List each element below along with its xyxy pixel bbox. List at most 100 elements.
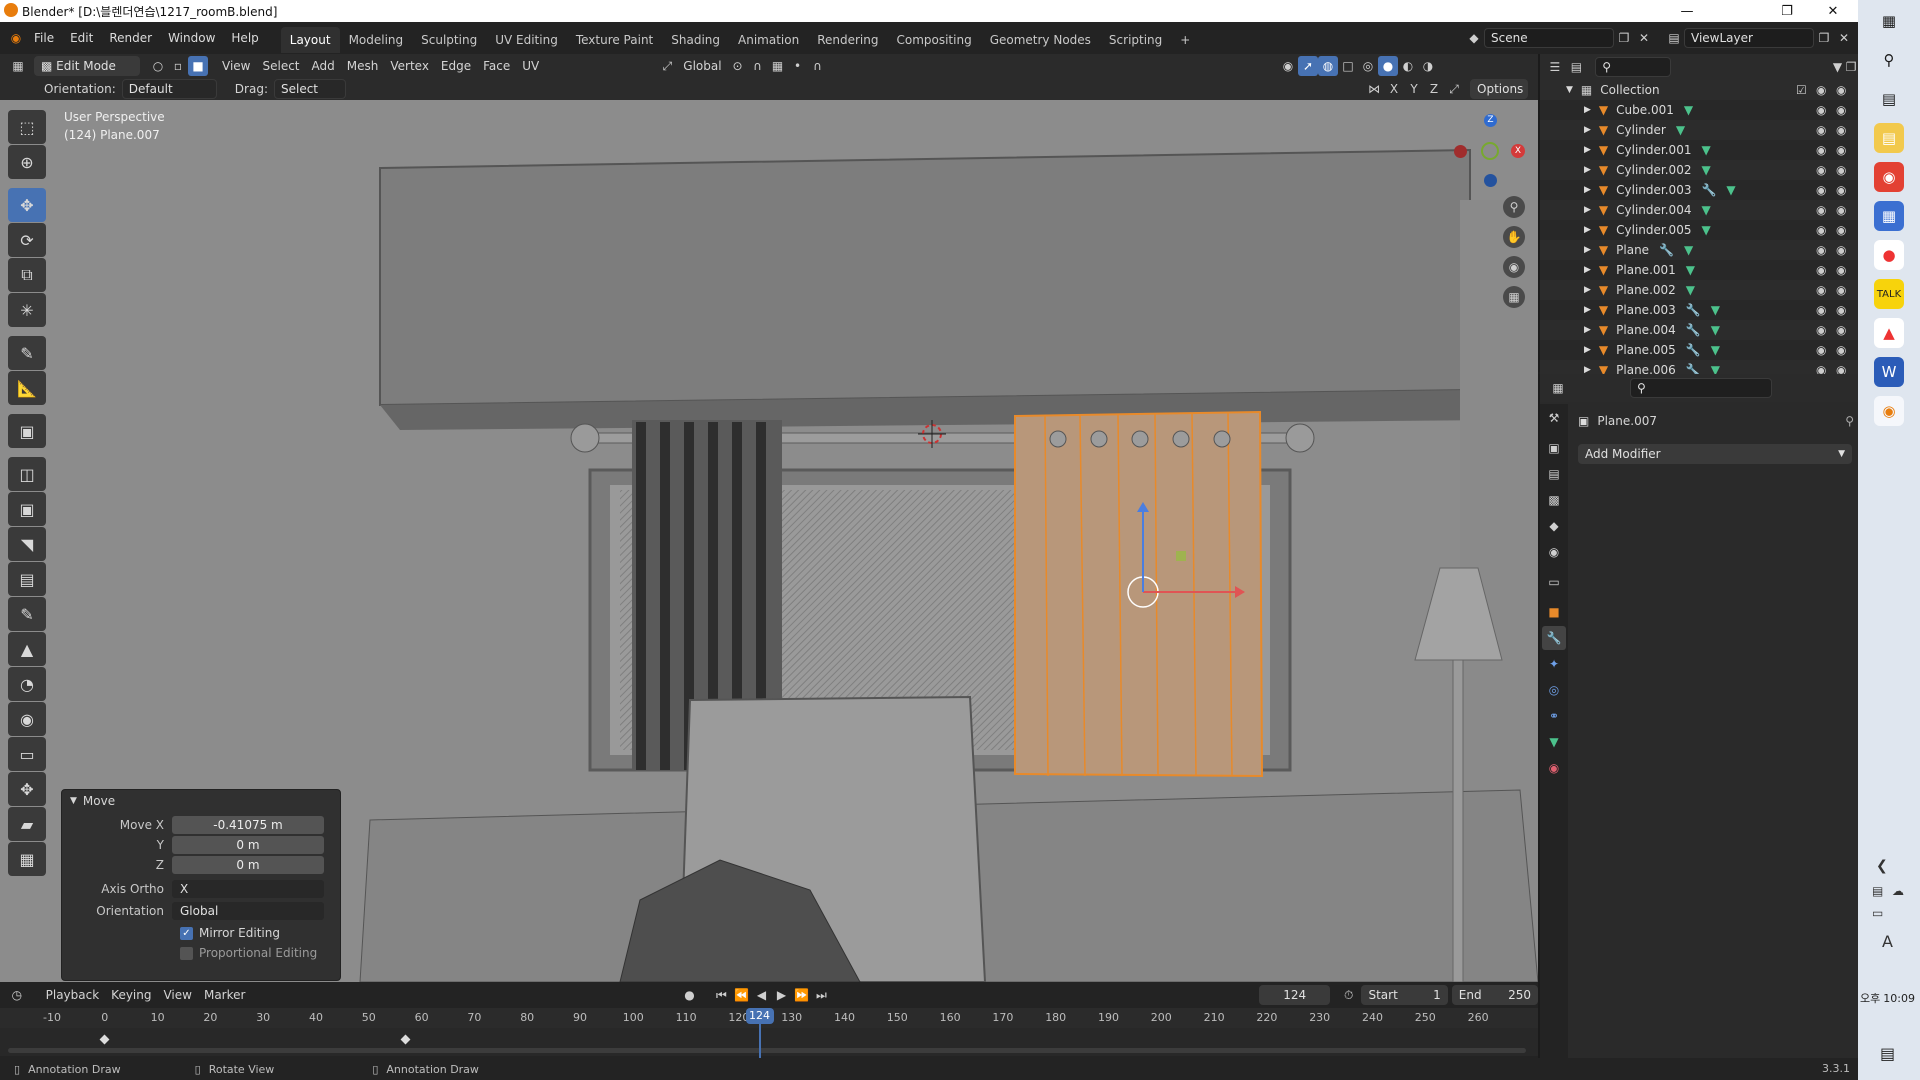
expand-chevron-icon[interactable]: ▶ xyxy=(1584,280,1591,300)
move-tool-icon[interactable]: ✥ xyxy=(8,188,46,222)
scene-icon[interactable]: ◆ xyxy=(1464,28,1484,48)
shrink-fatten-tool-icon[interactable]: ✥ xyxy=(8,772,46,806)
tab-shading[interactable]: Shading xyxy=(662,27,729,53)
orientation-selector[interactable]: Default xyxy=(121,79,217,99)
solid-shading-icon[interactable]: ● xyxy=(1378,56,1398,76)
expand-chevron-icon[interactable]: ▶ xyxy=(1584,240,1591,260)
clock[interactable]: 오후 10:09 xyxy=(1860,990,1915,1006)
stopwatch-icon[interactable]: ⏱ xyxy=(1340,985,1358,1005)
keyframe-marker[interactable] xyxy=(99,1034,110,1045)
word-icon[interactable]: W xyxy=(1874,357,1904,387)
delete-scene-icon[interactable]: ✕ xyxy=(1634,28,1654,48)
data-tab-icon[interactable]: ▼ xyxy=(1542,730,1566,754)
outliner-object-row[interactable]: ▶ ▼ Plane 🔧 ▼ ◉ ◉ xyxy=(1540,240,1858,260)
gizmo-y-axis[interactable] xyxy=(1481,142,1499,160)
visibility-eye-icon[interactable]: ◉ xyxy=(1816,220,1826,240)
collapse-chevron-icon[interactable]: ▼ xyxy=(70,796,77,806)
visibility-eye-icon[interactable]: ◉ xyxy=(1816,180,1826,200)
modifier-tab-icon[interactable]: 🔧 xyxy=(1542,626,1566,650)
chrome-icon[interactable]: ◉ xyxy=(1874,162,1904,192)
visibility-eye-icon[interactable]: ◉ xyxy=(1816,280,1826,300)
wireframe-shading-icon[interactable]: ◎ xyxy=(1358,56,1378,76)
visibility-icon[interactable]: ◉ xyxy=(1278,56,1298,76)
start-frame-field[interactable]: Start 1 xyxy=(1361,985,1448,1005)
edge-slide-tool-icon[interactable]: ▭ xyxy=(8,737,46,771)
render-tab-icon[interactable]: ▣ xyxy=(1542,436,1566,460)
mesh-data-icon[interactable]: ▼ xyxy=(1684,240,1693,260)
move-y-field[interactable]: 0 m xyxy=(172,836,324,854)
expand-chevron-icon[interactable]: ▶ xyxy=(1584,140,1591,160)
ime-indicator[interactable]: A xyxy=(1882,932,1893,951)
new-collection-icon[interactable]: ❐ xyxy=(1844,57,1858,77)
outliner-object-row[interactable]: ▶ ▼ Cube.001 ▼ ◉ ◉ xyxy=(1540,100,1858,120)
render-camera-icon[interactable]: ◉ xyxy=(1836,340,1846,360)
extrude-tool-icon[interactable]: ◫ xyxy=(8,457,46,491)
particles-tab-icon[interactable]: ✦ xyxy=(1542,652,1566,676)
keyframe-track[interactable] xyxy=(0,1028,1538,1056)
modifier-icon[interactable]: 🔧 xyxy=(1686,340,1701,360)
snap-target-icon[interactable]: ▦ xyxy=(768,56,788,76)
gizmo-icon[interactable]: ➚ xyxy=(1298,56,1318,76)
file-explorer-icon[interactable]: ▤ xyxy=(1874,123,1904,153)
mirror-x-toggle[interactable]: X xyxy=(1384,79,1404,99)
outliner-object-row[interactable]: ▶ ▼ Plane.004 🔧 ▼ ◉ ◉ xyxy=(1540,320,1858,340)
render-camera-icon[interactable]: ◉ xyxy=(1836,220,1846,240)
outliner-object-row[interactable]: ▶ ▼ Cylinder.005 ▼ ◉ ◉ xyxy=(1540,220,1858,240)
render-camera-icon[interactable]: ◉ xyxy=(1836,120,1846,140)
rendered-shading-icon[interactable]: ◑ xyxy=(1418,56,1438,76)
world-tab-icon[interactable]: ◉ xyxy=(1542,540,1566,564)
modifier-icon[interactable]: 🔧 xyxy=(1686,320,1701,340)
mirror-z-toggle[interactable]: Z xyxy=(1424,79,1444,99)
record-icon[interactable]: ● xyxy=(679,985,699,1005)
move-z-field[interactable]: 0 m xyxy=(172,856,324,874)
expand-chevron-icon[interactable]: ▶ xyxy=(1584,200,1591,220)
outliner-search-input[interactable]: ⚲ xyxy=(1595,57,1671,77)
view-layer-tab-icon[interactable]: ▩ xyxy=(1542,488,1566,512)
add-workspace-icon[interactable]: + xyxy=(1171,27,1199,53)
collection-render-icon[interactable]: ◉ xyxy=(1836,80,1846,100)
visibility-eye-icon[interactable]: ◉ xyxy=(1816,320,1826,340)
view-layer-icon[interactable]: ▤ xyxy=(1664,28,1684,48)
render-camera-icon[interactable]: ◉ xyxy=(1836,260,1846,280)
visibility-eye-icon[interactable]: ◉ xyxy=(1816,100,1826,120)
tab-animation[interactable]: Animation xyxy=(729,27,808,53)
expand-chevron-icon[interactable]: ▼ xyxy=(1566,80,1573,100)
options-dropdown[interactable]: Options xyxy=(1470,79,1528,99)
new-scene-icon[interactable]: ❐ xyxy=(1614,28,1634,48)
restore-button[interactable]: ❐ xyxy=(1764,0,1810,22)
pin-icon[interactable]: ⚲ xyxy=(1845,414,1854,428)
edge-select-icon[interactable]: ▫ xyxy=(168,56,188,76)
outliner-object-row[interactable]: ▶ ▼ Plane.002 ▼ ◉ ◉ xyxy=(1540,280,1858,300)
add-modifier-dropdown[interactable]: Add Modifier ▼ xyxy=(1578,444,1852,464)
chevron-left-icon[interactable]: ❮ xyxy=(1876,858,1888,874)
modifier-icon[interactable]: 🔧 xyxy=(1686,300,1701,320)
scale-tool-icon[interactable]: ⧉ xyxy=(8,258,46,292)
minimize-button[interactable]: — xyxy=(1664,0,1710,22)
filter-icon[interactable]: ▼ xyxy=(1831,57,1845,77)
outliner-object-row[interactable]: ▶ ▼ Plane.001 ▼ ◉ ◉ xyxy=(1540,260,1858,280)
display-mode-icon[interactable]: ▤ xyxy=(1570,57,1584,77)
object-tab-icon[interactable]: ■ xyxy=(1542,600,1566,624)
render-camera-icon[interactable]: ◉ xyxy=(1836,180,1846,200)
menu-help[interactable]: Help xyxy=(223,22,266,54)
mesh-data-icon[interactable]: ▼ xyxy=(1686,260,1695,280)
current-frame-field[interactable]: 124 xyxy=(1259,985,1330,1005)
visibility-eye-icon[interactable]: ◉ xyxy=(1816,340,1826,360)
menu-vertex[interactable]: Vertex xyxy=(384,56,435,76)
material-tab-icon[interactable]: ◉ xyxy=(1542,756,1566,780)
shear-tool-icon[interactable]: ▰ xyxy=(8,807,46,841)
transform-tool-icon[interactable]: ✳ xyxy=(8,293,46,327)
menu-view[interactable]: View xyxy=(216,56,256,76)
overlay-icon[interactable]: ◍ xyxy=(1318,56,1338,76)
menu-face[interactable]: Face xyxy=(477,56,516,76)
menu-timeline-view[interactable]: View xyxy=(157,985,197,1005)
end-frame-field[interactable]: End 250 xyxy=(1451,985,1539,1005)
visibility-eye-icon[interactable]: ◉ xyxy=(1816,260,1826,280)
menu-uv[interactable]: UV xyxy=(516,56,545,76)
expand-chevron-icon[interactable]: ▶ xyxy=(1584,100,1591,120)
search-icon[interactable]: ⚲ xyxy=(1874,45,1904,75)
camera-view-icon[interactable]: ◉ xyxy=(1503,256,1525,278)
menu-playback[interactable]: Playback xyxy=(40,985,106,1005)
tool-tab-icon[interactable]: ⚒ xyxy=(1542,406,1566,430)
pdf-app-icon[interactable]: ▲ xyxy=(1874,318,1904,348)
